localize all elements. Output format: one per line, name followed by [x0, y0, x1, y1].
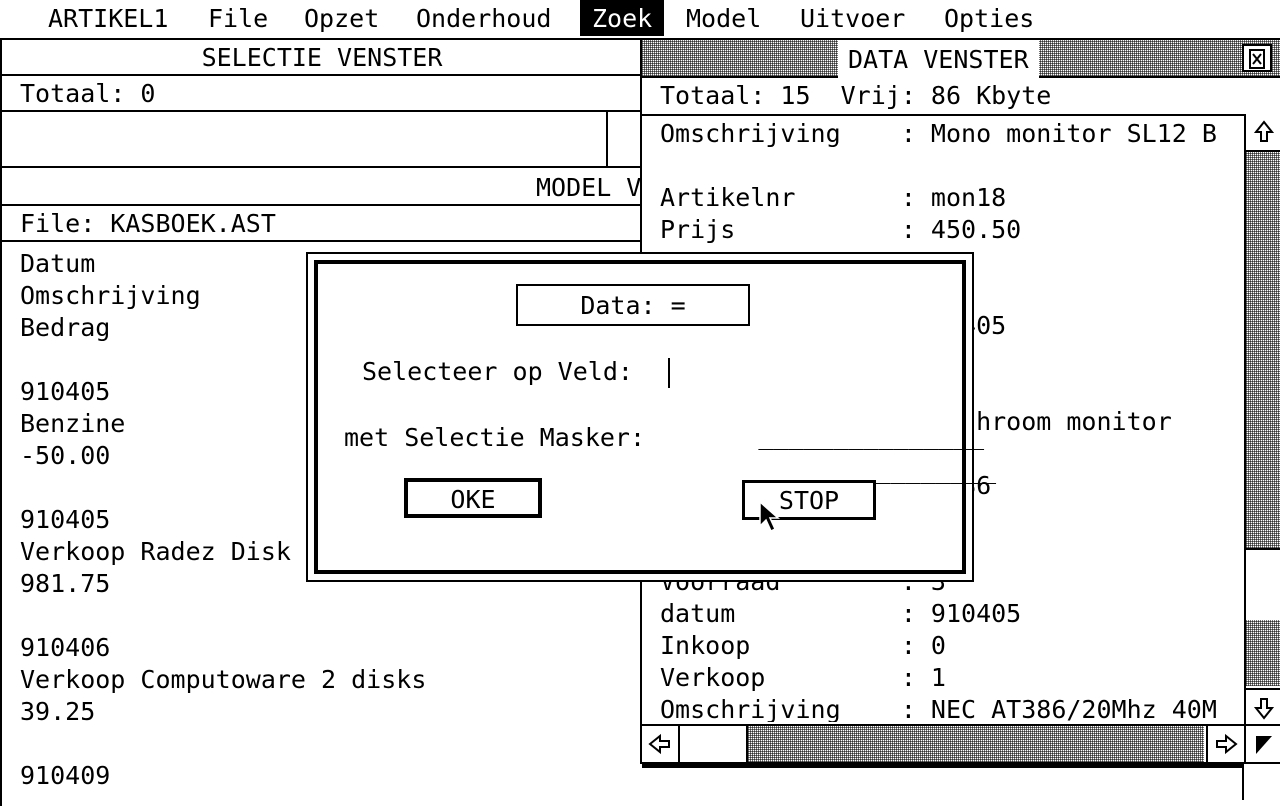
data-window-titlebar[interactable]: DATA VENSTER	[642, 40, 1280, 80]
model-line: 910409	[20, 761, 111, 790]
selectie-total: Totaal: 0	[20, 79, 156, 108]
hscroll-track[interactable]	[748, 726, 1204, 762]
menu-onderhoud[interactable]: Onderhoud	[406, 0, 561, 36]
data-line: Inkoop : 0	[660, 631, 946, 660]
menu-bar: ARTIKEL1 File Opzet Onderhoud Zoek Model…	[0, 0, 1280, 40]
selectie-title[interactable]: SELECTIE VENSTER	[2, 38, 642, 76]
arrow-left-icon[interactable]	[642, 726, 680, 762]
arrow-down-icon[interactable]	[1246, 688, 1280, 726]
data-line: Omschrijving : Mono monitor SL12 B	[660, 119, 1217, 148]
model-line: Verkoop Computoware 2 disks	[20, 665, 427, 694]
model-line: Omschrijving	[20, 281, 201, 310]
divider	[606, 112, 608, 166]
model-title[interactable]: MODEL V	[536, 170, 641, 206]
menu-app-artikel1[interactable]: ARTIKEL1	[38, 0, 178, 36]
scroll-track[interactable]	[1246, 152, 1280, 548]
selectie-window: SELECTIE VENSTER Totaal: 0	[0, 38, 642, 168]
dialog-header: Data: =	[516, 284, 750, 326]
model-file-label: File: KASBOEK.AST	[20, 209, 276, 238]
data-total: Totaal: 15 Vrij: 86 Kbyte	[660, 81, 1052, 110]
menu-model[interactable]: Model	[676, 0, 771, 36]
model-line: -50.00	[20, 441, 111, 470]
model-line: 981.75	[20, 569, 111, 598]
resize-icon[interactable]	[1244, 726, 1280, 762]
ok-button[interactable]: OKE	[404, 478, 542, 518]
data-line: Artikelnr : mon18	[660, 183, 1007, 212]
window-shadow	[1242, 764, 1244, 800]
arrow-right-icon[interactable]	[1206, 726, 1244, 762]
model-line: Datum	[20, 249, 96, 278]
hscroll-thumb[interactable]	[680, 726, 748, 762]
selection-dialog: Data: = Selecteer op Veld: _____________…	[306, 252, 996, 582]
divider	[2, 240, 642, 242]
arrow-up-icon[interactable]	[1246, 114, 1280, 152]
divider	[2, 110, 642, 112]
data-line: datum : 910405	[660, 599, 1022, 628]
scroll-thumb[interactable]	[1246, 548, 1280, 622]
vertical-scrollbar[interactable]	[1244, 114, 1280, 726]
window-shadow	[642, 764, 1244, 768]
mask-label: met Selectie Masker:	[344, 423, 646, 452]
field-label: Selecteer op Veld:	[362, 357, 633, 386]
horizontal-scrollbar[interactable]	[642, 724, 1280, 764]
dialog-frame: Data: = Selecteer op Veld: _____________…	[314, 260, 996, 574]
model-line: 39.25	[20, 697, 96, 726]
model-line: 910405	[20, 505, 111, 534]
scroll-track[interactable]	[1246, 620, 1280, 686]
model-line: Bedrag	[20, 313, 111, 342]
data-line: Prijs : 450.50	[660, 215, 1022, 244]
menu-opties[interactable]: Opties	[934, 0, 1044, 36]
model-line: Benzine	[20, 409, 126, 438]
menu-uitvoer[interactable]: Uitvoer	[790, 0, 915, 36]
close-box-icon[interactable]	[1242, 44, 1272, 72]
menu-opzet[interactable]: Opzet	[294, 0, 389, 36]
divider	[642, 114, 1280, 116]
data-line: Verkoop : 1	[660, 663, 946, 692]
text-cursor	[668, 358, 670, 388]
model-line: 910405	[20, 377, 111, 406]
data-window-title: DATA VENSTER	[838, 40, 1039, 80]
menu-zoek[interactable]: Zoek	[580, 0, 665, 36]
mouse-pointer-icon	[758, 500, 782, 534]
model-line: 910406	[20, 633, 111, 662]
model-line: Verkoop Radez Disk	[20, 537, 291, 566]
data-line: Omschrijving : NEC AT386/20Mhz 40M	[660, 695, 1217, 722]
menu-file[interactable]: File	[198, 0, 278, 36]
